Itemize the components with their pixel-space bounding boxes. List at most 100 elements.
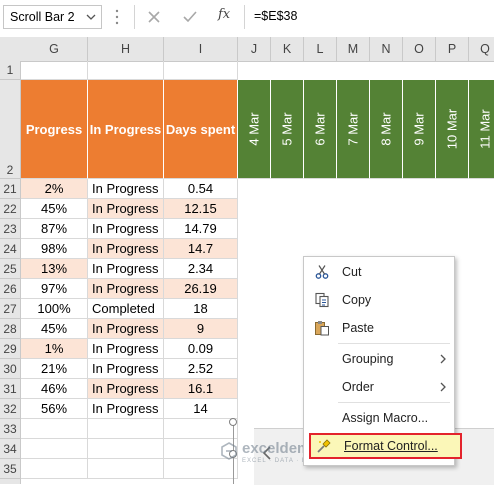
days-cell[interactable]: 14.7 bbox=[164, 239, 238, 259]
menu-item-assign-macro[interactable]: Assign Macro... bbox=[304, 405, 454, 431]
header-date[interactable]: 4 Mar bbox=[238, 80, 271, 179]
menu-item-format-control[interactable]: Format Control... bbox=[309, 433, 462, 459]
column-header-o[interactable]: O bbox=[403, 37, 436, 61]
column-header-k[interactable]: K bbox=[271, 37, 304, 61]
menu-item-label: Cut bbox=[342, 265, 361, 279]
cell[interactable] bbox=[88, 459, 164, 479]
chevron-down-icon[interactable] bbox=[86, 12, 96, 22]
row-header[interactable]: 34 bbox=[0, 439, 20, 459]
row-header[interactable]: 22 bbox=[0, 199, 20, 219]
cell[interactable] bbox=[21, 439, 88, 459]
row-header[interactable]: 31 bbox=[0, 379, 20, 399]
row-header[interactable]: 23 bbox=[0, 219, 20, 239]
cell[interactable] bbox=[164, 61, 238, 80]
progress-cell[interactable]: 45% bbox=[21, 199, 88, 219]
header-date[interactable]: 5 Mar bbox=[271, 80, 304, 179]
name-box[interactable]: Scroll Bar 2 bbox=[3, 5, 102, 29]
progress-cell[interactable]: 21% bbox=[21, 359, 88, 379]
menu-item-paste[interactable]: Paste bbox=[304, 315, 454, 341]
status-cell[interactable]: In Progress bbox=[88, 379, 164, 399]
row-header[interactable]: 30 bbox=[0, 359, 20, 379]
row-header[interactable]: 24 bbox=[0, 239, 20, 259]
cell[interactable] bbox=[21, 459, 88, 479]
days-cell[interactable]: 16.1 bbox=[164, 379, 238, 399]
cell[interactable] bbox=[88, 439, 164, 459]
column-header-h[interactable]: H bbox=[88, 37, 164, 61]
days-cell[interactable]: 12.15 bbox=[164, 199, 238, 219]
status-cell[interactable]: Completed bbox=[88, 299, 164, 319]
status-cell[interactable]: In Progress bbox=[88, 339, 164, 359]
progress-cell[interactable]: 100% bbox=[21, 299, 88, 319]
column-header-g[interactable]: G bbox=[21, 37, 88, 61]
row-header[interactable]: 2 bbox=[0, 80, 20, 179]
formula-input[interactable]: =$E$38 bbox=[254, 9, 297, 23]
status-cell[interactable]: In Progress bbox=[88, 219, 164, 239]
days-cell[interactable]: 0.54 bbox=[164, 179, 238, 199]
progress-cell[interactable]: 2% bbox=[21, 179, 88, 199]
row-header[interactable]: 35 bbox=[0, 459, 20, 479]
header-date[interactable]: 6 Mar bbox=[304, 80, 337, 179]
header-date[interactable]: 8 Mar bbox=[370, 80, 403, 179]
progress-cell[interactable]: 98% bbox=[21, 239, 88, 259]
days-cell[interactable]: 2.34 bbox=[164, 259, 238, 279]
status-cell[interactable]: In Progress bbox=[88, 259, 164, 279]
cell[interactable] bbox=[88, 419, 164, 439]
status-cell[interactable]: In Progress bbox=[88, 279, 164, 299]
days-cell[interactable]: 14.79 bbox=[164, 219, 238, 239]
column-header-n[interactable]: N bbox=[370, 37, 403, 61]
status-cell[interactable]: In Progress bbox=[88, 239, 164, 259]
cancel-x-icon[interactable] bbox=[146, 9, 162, 25]
header-date[interactable]: 7 Mar bbox=[337, 80, 370, 179]
status-cell[interactable]: In Progress bbox=[88, 179, 164, 199]
cell[interactable] bbox=[21, 419, 88, 439]
row-header[interactable]: 32 bbox=[0, 399, 20, 419]
progress-cell[interactable]: 56% bbox=[21, 399, 88, 419]
enter-check-icon[interactable] bbox=[182, 9, 198, 25]
header-date[interactable]: 9 Mar bbox=[403, 80, 436, 179]
days-cell[interactable]: 9 bbox=[164, 319, 238, 339]
row-header[interactable]: 1 bbox=[0, 61, 20, 80]
row-header[interactable]: 28 bbox=[0, 319, 20, 339]
status-cell[interactable]: In Progress bbox=[88, 199, 164, 219]
menu-item-order[interactable]: Order bbox=[304, 374, 454, 400]
header-date[interactable]: 10 Mar bbox=[436, 80, 469, 179]
days-cell[interactable]: 14 bbox=[164, 399, 238, 419]
column-header-p[interactable]: P bbox=[436, 37, 469, 61]
status-cell[interactable]: In Progress bbox=[88, 319, 164, 339]
menu-item-copy[interactable]: Copy bbox=[304, 287, 454, 313]
column-header-l[interactable]: L bbox=[304, 37, 337, 61]
resize-handle[interactable] bbox=[229, 418, 237, 426]
menu-item-grouping[interactable]: Grouping bbox=[304, 346, 454, 372]
header-days-spent[interactable]: Days spent bbox=[164, 80, 238, 179]
days-cell[interactable]: 26.19 bbox=[164, 279, 238, 299]
row-header[interactable]: 29 bbox=[0, 339, 20, 359]
progress-cell[interactable]: 1% bbox=[21, 339, 88, 359]
status-cell[interactable]: In Progress bbox=[88, 399, 164, 419]
progress-cell[interactable]: 87% bbox=[21, 219, 88, 239]
row-header[interactable]: 25 bbox=[0, 259, 20, 279]
row-header[interactable]: 26 bbox=[0, 279, 20, 299]
cell[interactable] bbox=[88, 61, 164, 80]
status-cell[interactable]: In Progress bbox=[88, 359, 164, 379]
column-header-j[interactable]: J bbox=[238, 37, 271, 61]
days-cell[interactable]: 2.52 bbox=[164, 359, 238, 379]
column-header-q[interactable]: Q bbox=[469, 37, 494, 61]
header-date[interactable]: 11 Mar bbox=[469, 80, 494, 179]
header-in-progress[interactable]: In Progress bbox=[88, 80, 164, 179]
progress-cell[interactable]: 97% bbox=[21, 279, 88, 299]
insert-function-icon[interactable]: fx bbox=[218, 7, 230, 22]
days-cell[interactable]: 0.09 bbox=[164, 339, 238, 359]
cell[interactable] bbox=[21, 61, 88, 80]
progress-cell[interactable]: 13% bbox=[21, 259, 88, 279]
row-header[interactable]: 21 bbox=[0, 179, 20, 199]
cell[interactable] bbox=[164, 419, 238, 439]
column-header-i[interactable]: I bbox=[164, 37, 238, 61]
column-header-m[interactable]: M bbox=[337, 37, 370, 61]
row-header[interactable]: 27 bbox=[0, 299, 20, 319]
days-cell[interactable]: 18 bbox=[164, 299, 238, 319]
header-progress[interactable]: Progress bbox=[21, 80, 88, 179]
menu-item-cut[interactable]: Cut bbox=[304, 259, 454, 285]
progress-cell[interactable]: 45% bbox=[21, 319, 88, 339]
row-header[interactable]: 33 bbox=[0, 419, 20, 439]
progress-cell[interactable]: 46% bbox=[21, 379, 88, 399]
